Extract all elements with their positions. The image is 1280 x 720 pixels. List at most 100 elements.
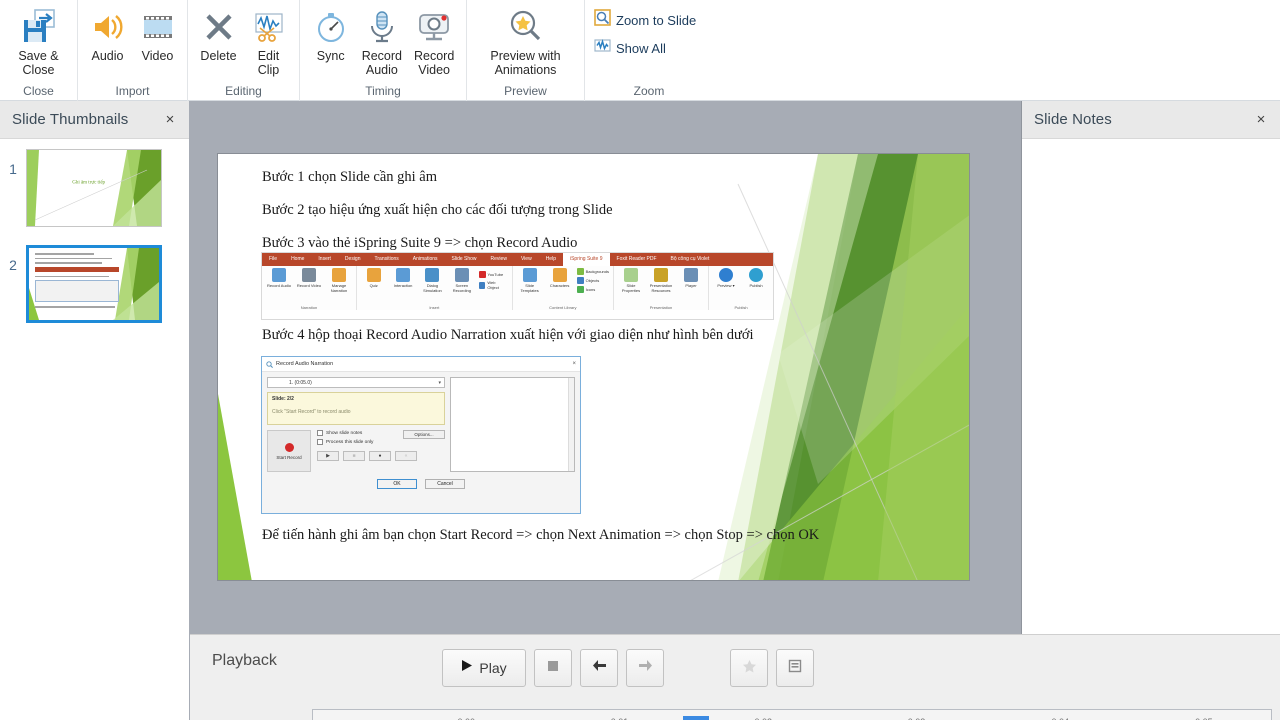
embedded-record-audio-dialog-image: Record Audio Narration × 1. (0:05.0) ▾ S… (261, 356, 581, 514)
slide-canvas[interactable]: Bước 1 chọn Slide cần ghi âm Bước 2 tạo … (217, 153, 970, 581)
embedded-group-publish: Preview ▾ Publish Publish (709, 266, 773, 310)
embedded-note-heading: Slide: 2/2 (272, 396, 294, 402)
stop-square-icon (547, 659, 559, 677)
checkbox-icon (317, 439, 323, 445)
playback-secondary-controls (730, 649, 814, 687)
zoom-to-slide-label: Zoom to Slide (616, 12, 697, 28)
embedded-item: Slide Templates (517, 268, 543, 293)
embedded-mini-item: YouTube (478, 271, 508, 278)
preview-label-line2: Animations (494, 63, 557, 77)
embedded-transport-stop: ■ (343, 451, 365, 461)
record-video-webcam-icon (415, 6, 453, 48)
embedded-group-narration: Record Audio Record Video Manage Narrati… (262, 266, 357, 310)
embedded-mini-item: Icons (576, 286, 609, 293)
embedded-tab: Transitions (374, 256, 399, 262)
ribbon-toolbar: Save & Close Close Audio Video Import De… (0, 0, 1280, 101)
embedded-mini-item: Web Object (478, 280, 508, 290)
record-dot-icon (284, 442, 294, 452)
delete-button[interactable]: Delete (194, 4, 244, 63)
record-video-label-line1: Record (414, 49, 455, 63)
slide-line-5: Để tiến hành ghi âm bạn chọn Start Recor… (262, 527, 820, 543)
embedded-mini-item: Objects (576, 277, 609, 284)
play-triangle-icon (461, 659, 473, 677)
sync-button[interactable]: Sync (306, 4, 356, 63)
slide-line-2: Bước 2 tạo hiệu ứng xuất hiện cho các đố… (262, 202, 613, 219)
embedded-checkbox-show-notes: Show slide notes (317, 430, 403, 436)
edit-clip-label-line1: Edit (257, 49, 280, 63)
embedded-tab: Insert (318, 256, 331, 262)
slide-notes-textarea[interactable] (1022, 139, 1280, 634)
record-audio-label-line1: Record (361, 49, 402, 63)
list-item[interactable]: 1 Ghi âm trực tiếp (0, 149, 189, 245)
edit-clip-button[interactable]: Edit Clip (244, 4, 294, 77)
embedded-item: Publish (743, 268, 769, 288)
embedded-start-record-button: Start Record (267, 430, 311, 472)
animation-marker-button[interactable] (730, 649, 768, 687)
record-audio-button[interactable]: Record Audio (356, 4, 408, 77)
arrow-right-icon (638, 659, 653, 677)
embedded-tab: File (269, 256, 278, 262)
embedded-cancel-button: Cancel (425, 479, 465, 489)
embedded-group-presentation: Slide Properties Presentation Resources … (614, 266, 709, 310)
slide-marker-button[interactable] (776, 649, 814, 687)
ribbon-group-close: Save & Close Close (0, 0, 78, 101)
embedded-dialog-note: Slide: 2/2 Click "Start Record" to recor… (267, 392, 445, 425)
delete-label: Delete (200, 49, 237, 63)
zoom-to-slide-button[interactable]: Zoom to Slide (589, 6, 701, 34)
embedded-dialog-titlebar: Record Audio Narration × (262, 357, 580, 372)
embedded-start-record-label: Start Record (276, 454, 302, 460)
embedded-checkbox-process-slide: Process this slide only (317, 439, 445, 445)
slide-number: 1 (9, 161, 17, 177)
play-button[interactable]: Play (442, 649, 526, 687)
ribbon-group-zoom: Zoom to Slide Show All Zoom (585, 0, 713, 101)
embedded-group-content-library: Slide Templates Characters Backgrounds O… (513, 266, 614, 310)
video-icon (139, 6, 177, 48)
slide-thumbnail-1-text: Ghi âm trực tiếp (72, 180, 106, 186)
scrollbar (568, 378, 574, 471)
import-audio-button[interactable]: Audio (83, 4, 133, 63)
embedded-dialog-combo: 1. (0:05.0) ▾ (267, 377, 445, 388)
save-and-close-button[interactable]: Save & Close (12, 4, 64, 77)
embedded-note-text: Click "Start Record" to record audio (272, 409, 351, 415)
preview-with-animations-button[interactable]: Preview with Animations (474, 4, 578, 77)
embedded-ok-button: OK (377, 479, 417, 489)
embedded-ispring-ribbon-image: File Home Insert Design Transitions Anim… (261, 252, 774, 320)
slide-thumbnail-2[interactable] (26, 245, 162, 323)
embedded-item: Preview ▾ (713, 268, 739, 288)
star-icon (742, 659, 757, 678)
embedded-item: Screen Recording (449, 268, 474, 293)
stop-button[interactable] (534, 649, 572, 687)
embedded-ribbon-body: Record Audio Record Video Manage Narrati… (262, 266, 773, 310)
embedded-tab: Home (291, 256, 305, 262)
slide-notes-panel: Slide Notes × (1021, 101, 1280, 634)
import-video-label: Video (141, 49, 174, 63)
embedded-dialog-body: 1. (0:05.0) ▾ Slide: 2/2 Click "Start Re… (262, 372, 580, 477)
slide-number: 2 (9, 257, 17, 273)
embedded-tab: Design (344, 256, 361, 262)
embedded-transport-play: ▶ (317, 451, 339, 461)
record-video-button[interactable]: Record Video (408, 4, 460, 77)
slide-thumbnails-title: Slide Thumbnails (12, 111, 129, 128)
embedded-tab: Review (490, 256, 507, 262)
show-all-button[interactable]: Show All (589, 34, 701, 62)
slide-thumbnail-1[interactable]: Ghi âm trực tiếp (26, 149, 162, 227)
chevron-down-icon: ▾ (438, 379, 441, 386)
next-button[interactable] (626, 649, 664, 687)
list-item[interactable]: 2 (0, 245, 189, 341)
close-icon[interactable]: × (161, 111, 179, 129)
timeline-playhead[interactable] (683, 716, 710, 720)
embedded-dialog-waveform-area (450, 377, 575, 472)
embedded-item: Characters (547, 268, 573, 293)
edit-clip-icon (250, 6, 288, 48)
embedded-ribbon-tabs: File Home Insert Design Transitions Anim… (262, 253, 773, 266)
embedded-transport-rewind: « (395, 451, 417, 461)
embedded-dialog-title: Record Audio Narration (276, 361, 334, 367)
timeline-ruler[interactable]: 0:00 0:01 0:02 0:03 0:04 0:05 (312, 709, 1272, 720)
zoom-to-slide-icon (594, 9, 611, 31)
previous-button[interactable] (580, 649, 618, 687)
close-icon[interactable]: × (1252, 111, 1270, 129)
import-video-button[interactable]: Video (133, 4, 183, 63)
delete-icon (200, 6, 238, 48)
show-all-icon (594, 37, 611, 59)
ribbon-group-timing: Sync Record Audio Record Video Timing (300, 0, 467, 101)
